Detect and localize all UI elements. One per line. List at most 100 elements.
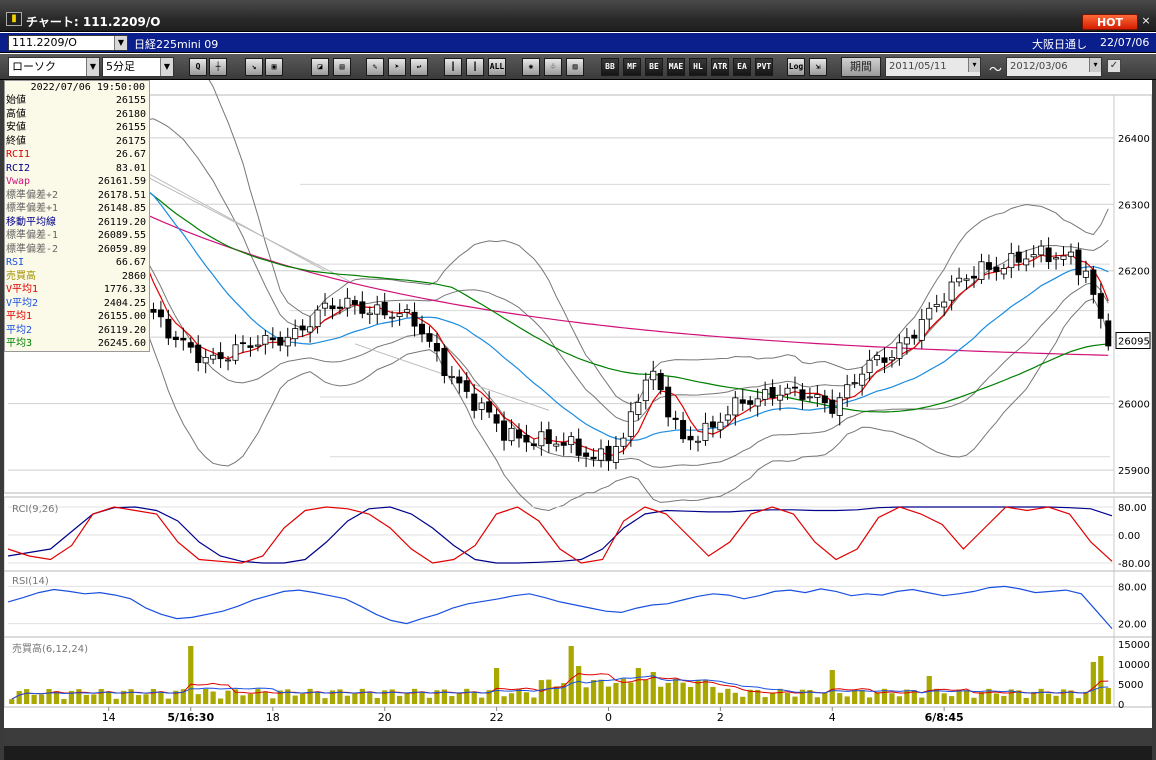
- chart-right-border: [1152, 80, 1156, 760]
- info-row-label: 売買高: [6, 270, 36, 282]
- candle-body: [247, 345, 254, 348]
- chevron-down-icon[interactable]: ▼: [160, 58, 173, 76]
- overview-scrollbar[interactable]: [4, 746, 1152, 760]
- volume-bar: [404, 693, 410, 704]
- date-from-field[interactable]: 2011/05/11 ▾: [885, 57, 981, 77]
- bb-button[interactable]: BB: [601, 58, 619, 76]
- candle-body: [471, 393, 478, 411]
- candle-body: [1105, 320, 1112, 347]
- volume-bar: [941, 693, 947, 704]
- chart-tool-a[interactable]: ▣: [265, 58, 283, 76]
- candle-tool-a[interactable]: ┃: [444, 58, 462, 76]
- candle-body: [165, 318, 172, 339]
- calendar-icon[interactable]: ▾: [1089, 58, 1101, 72]
- volume-bar: [710, 686, 716, 704]
- info-row-value: 2404.25: [103, 297, 146, 309]
- hl-button[interactable]: HL: [689, 58, 707, 76]
- info-row-value: 26245.60: [97, 338, 146, 349]
- candle-tool-b[interactable]: ┃: [466, 58, 484, 76]
- chart-canvas[interactable]: 2640026300262002610026000259002609580.00…: [0, 80, 1156, 760]
- price-tick-label: 25900: [1118, 466, 1150, 477]
- rci-tick-label: 0.00: [1118, 531, 1140, 542]
- settings-tool[interactable]: ✺: [522, 58, 540, 76]
- candle-body: [515, 429, 522, 439]
- info-row-label: RCI2: [6, 162, 31, 174]
- volume-bar: [419, 691, 425, 704]
- volume-bar: [993, 693, 999, 704]
- export-tool[interactable]: ⇲: [809, 58, 827, 76]
- zoom-tool[interactable]: Q: [189, 58, 207, 76]
- brush-tool[interactable]: ♧: [544, 58, 562, 76]
- candle-body: [426, 333, 433, 342]
- be-button[interactable]: BE: [645, 58, 663, 76]
- chart-type-select[interactable]: ローソク ▼: [8, 57, 100, 77]
- volume-bar: [493, 668, 500, 704]
- pvt-button[interactable]: PVT: [755, 58, 773, 76]
- undo-tool[interactable]: ↩: [410, 58, 428, 76]
- info-row-label: 平均2: [6, 324, 33, 336]
- candle-body: [612, 446, 619, 463]
- candle-body: [993, 266, 1000, 272]
- price-tick-label: 26000: [1118, 400, 1150, 411]
- atr-button[interactable]: ATR: [711, 58, 729, 76]
- volume-bar: [322, 698, 328, 704]
- log-button[interactable]: Log: [787, 58, 805, 76]
- crosshair-tool[interactable]: ┼: [209, 58, 227, 76]
- date-from-value: 2011/05/11: [889, 61, 947, 72]
- ea-button[interactable]: EA: [733, 58, 751, 76]
- candle-body: [456, 376, 463, 384]
- volume-bar: [822, 692, 828, 704]
- candle-body: [568, 436, 575, 446]
- chart-tool-c[interactable]: ▤: [333, 58, 351, 76]
- volume-bar: [1075, 698, 1082, 704]
- volume-bar: [479, 697, 485, 704]
- candle-body: [836, 397, 843, 416]
- volume-bar: [255, 688, 261, 704]
- volume-bar: [837, 693, 843, 704]
- volume-bar: [352, 693, 358, 704]
- volume-bar: [762, 697, 768, 704]
- volume-bar: [889, 693, 895, 704]
- chevron-down-icon[interactable]: ▼: [114, 36, 127, 50]
- draw-line-tool[interactable]: ↘: [245, 58, 263, 76]
- symbol-select[interactable]: 111.2209/O ▼: [8, 35, 128, 51]
- candle-body: [605, 445, 612, 461]
- candle-body: [501, 420, 508, 441]
- candle-body: [314, 309, 321, 328]
- candle-body: [978, 261, 985, 280]
- close-icon[interactable]: ×: [1140, 13, 1152, 30]
- timeframe-select[interactable]: 5分足 ▼: [102, 57, 174, 77]
- info-row: 始値 26155: [5, 94, 149, 108]
- volume-bar: [292, 695, 298, 704]
- candle-body: [322, 302, 329, 309]
- calendar-icon[interactable]: ▾: [968, 58, 980, 72]
- hot-button[interactable]: HOT: [1082, 14, 1138, 30]
- info-row-value: 26059.89: [97, 243, 146, 255]
- date-to-field[interactable]: 2012/03/06 ▾: [1006, 57, 1102, 77]
- info-row-label: 終値: [6, 135, 26, 147]
- volume-bar: [456, 693, 462, 704]
- symbol-value: 111.2209/O: [12, 36, 77, 49]
- candle-body: [411, 311, 418, 327]
- volume-bar: [24, 689, 30, 704]
- chevron-down-icon[interactable]: ▼: [86, 58, 99, 76]
- info-row-value: 26161.59: [97, 176, 146, 187]
- rci-tick-label: -80.00: [1118, 559, 1150, 570]
- info-row-label: 高値: [6, 108, 26, 120]
- volume-bar: [411, 688, 418, 704]
- period-button[interactable]: 期間: [841, 57, 881, 77]
- mf-button[interactable]: MF: [623, 58, 641, 76]
- all-button[interactable]: ALL: [488, 58, 506, 76]
- info-row: 平均3 26245.60: [5, 337, 149, 351]
- candle-body: [157, 309, 164, 318]
- apply-checkbox[interactable]: ✓: [1107, 59, 1121, 73]
- volume-bar: [426, 697, 433, 704]
- color-tool[interactable]: ▨: [566, 58, 584, 76]
- cursor-tool[interactable]: ➤: [388, 58, 406, 76]
- volume-tick-label: 0: [1118, 700, 1124, 711]
- chart-tool-b[interactable]: ◪: [311, 58, 329, 76]
- chart-area[interactable]: 2640026300262002610026000259002609580.00…: [0, 80, 1156, 760]
- mae-button[interactable]: MAE: [667, 58, 685, 76]
- volume-bar: [31, 694, 37, 704]
- pen-tool[interactable]: ✎: [366, 58, 384, 76]
